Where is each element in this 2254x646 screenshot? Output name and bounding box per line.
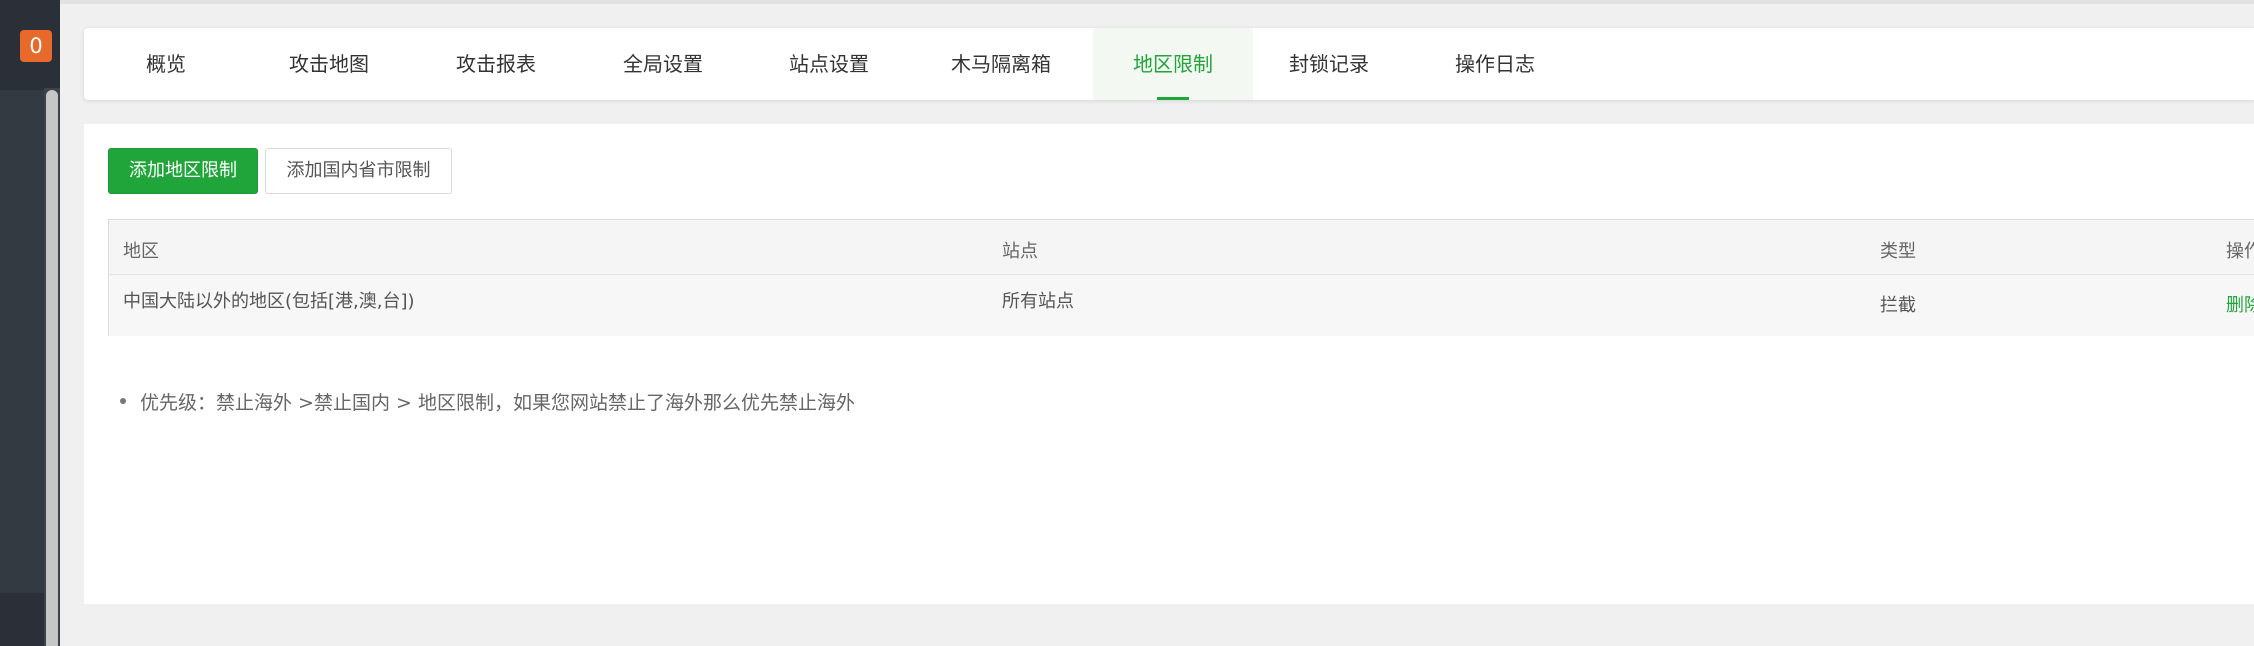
tab-global-settings[interactable]: 全局设置 <box>608 28 718 100</box>
top-divider <box>60 0 2254 4</box>
tab-overview[interactable]: 概览 <box>126 28 206 100</box>
sidebar-scrollbar-thumb[interactable] <box>46 90 58 646</box>
column-header-type: 类型 <box>1880 241 1916 262</box>
content-panel <box>84 124 2254 604</box>
add-region-limit-button[interactable]: 添加地区限制 <box>108 148 258 194</box>
region-limit-table: 地区 站点 类型 操作 中国大陆以外的地区(包括[港,澳,台]) 所有站点 拦截… <box>108 219 2254 336</box>
table-header: 地区 站点 类型 操作 <box>109 220 2254 275</box>
column-header-site: 站点 <box>1002 241 1038 262</box>
add-province-limit-button[interactable]: 添加国内省市限制 <box>265 148 452 194</box>
sidebar-header: 0 <box>0 0 60 90</box>
tab-trojan-quarantine[interactable]: 木马隔离箱 <box>936 28 1066 100</box>
column-header-action: 操作 <box>2226 241 2254 262</box>
cell-site: 所有站点 <box>1002 291 1074 312</box>
bullet-icon <box>120 398 126 404</box>
tab-attack-report[interactable]: 攻击报表 <box>441 28 551 100</box>
sidebar-footer <box>0 593 46 646</box>
tab-region-limit[interactable]: 地区限制 <box>1093 28 1253 100</box>
column-header-region: 地区 <box>123 241 159 262</box>
tab-site-settings[interactable]: 站点设置 <box>774 28 884 100</box>
tab-operation-log[interactable]: 操作日志 <box>1440 28 1550 100</box>
table-row: 中国大陆以外的地区(包括[港,澳,台]) 所有站点 拦截 删除 <box>109 275 2254 336</box>
delete-link[interactable]: 删除 <box>2226 291 2254 317</box>
tab-attack-map[interactable]: 攻击地图 <box>274 28 384 100</box>
cell-region: 中国大陆以外的地区(包括[港,澳,台]) <box>123 291 415 312</box>
cell-type: 拦截 <box>1880 295 1916 316</box>
notification-badge[interactable]: 0 <box>20 30 52 62</box>
tab-block-records[interactable]: 封锁记录 <box>1274 28 1384 100</box>
priority-note-text: 优先级：禁止海外 >禁止国内 > 地区限制，如果您网站禁止了海外那么优先禁止海外 <box>140 392 855 414</box>
tab-bar: 概览 攻击地图 攻击报表 全局设置 站点设置 木马隔离箱 地区限制 封锁记录 操… <box>84 28 2254 100</box>
